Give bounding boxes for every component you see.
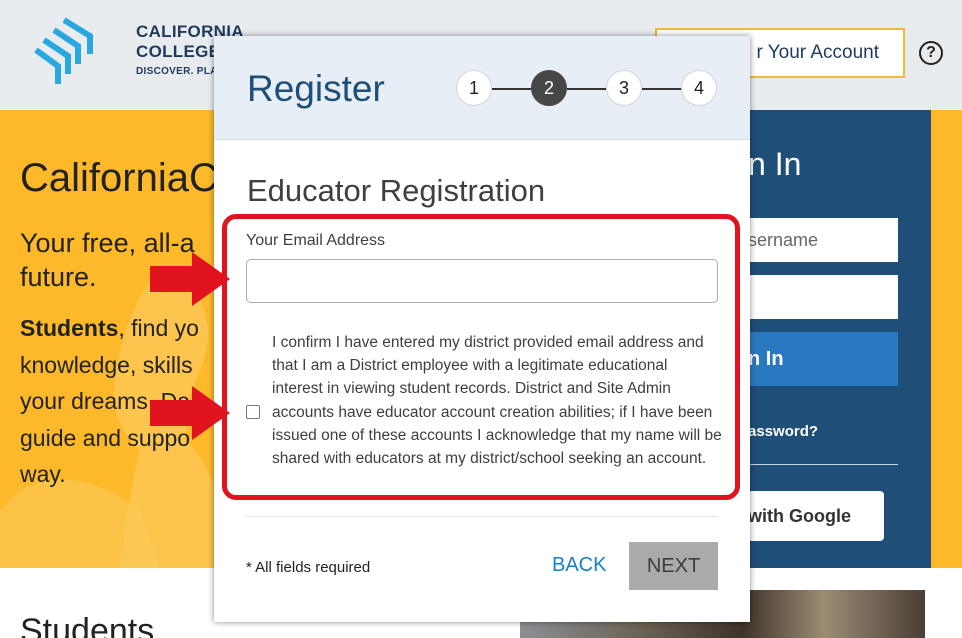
step-1-indicator: 1: [456, 70, 492, 106]
hero-body-strong: Students: [20, 315, 119, 341]
students-section-title: Students: [20, 612, 155, 638]
create-account-label: r Your Account: [756, 42, 879, 63]
modal-title: Register: [247, 68, 385, 109]
help-icon[interactable]: ?: [919, 41, 943, 65]
google-button-label: with Google: [748, 505, 851, 526]
divider: [748, 464, 898, 465]
step-connector: [492, 88, 532, 90]
sign-in-button[interactable]: n In: [748, 332, 898, 386]
sign-in-with-google-button[interactable]: with Google: [748, 491, 884, 541]
footer-divider: [246, 516, 718, 517]
username-placeholder: sername: [748, 229, 819, 250]
sign-in-button-label: n In: [748, 347, 784, 370]
next-button[interactable]: NEXT: [629, 542, 718, 590]
username-input[interactable]: sername: [748, 218, 898, 262]
password-input[interactable]: [748, 275, 898, 319]
form-heading: Educator Registration: [247, 173, 546, 208]
step-3-indicator: 3: [606, 70, 642, 106]
required-fields-note: * All fields required: [246, 559, 371, 576]
hero-title: CaliforniaC: [20, 156, 218, 200]
step-connector: [567, 88, 607, 90]
forgot-password-link[interactable]: assword?: [748, 423, 818, 440]
sign-in-panel: n In sername n In assword? with Google: [748, 110, 931, 568]
right-accent-strip: [943, 110, 962, 568]
back-button[interactable]: BACK: [552, 554, 606, 577]
california-colleges-logo[interactable]: [30, 16, 110, 88]
step-4-indicator: 4: [681, 70, 717, 106]
step-connector: [642, 88, 682, 90]
sign-in-title: n In: [748, 146, 802, 182]
modal-header: Register 1 2 3 4: [214, 36, 750, 140]
annotation-highlight-box: [222, 214, 740, 500]
annotation-arrow-icon: [150, 252, 230, 306]
annotation-arrow-icon: [150, 386, 230, 440]
step-2-indicator-active: 2: [531, 70, 567, 106]
